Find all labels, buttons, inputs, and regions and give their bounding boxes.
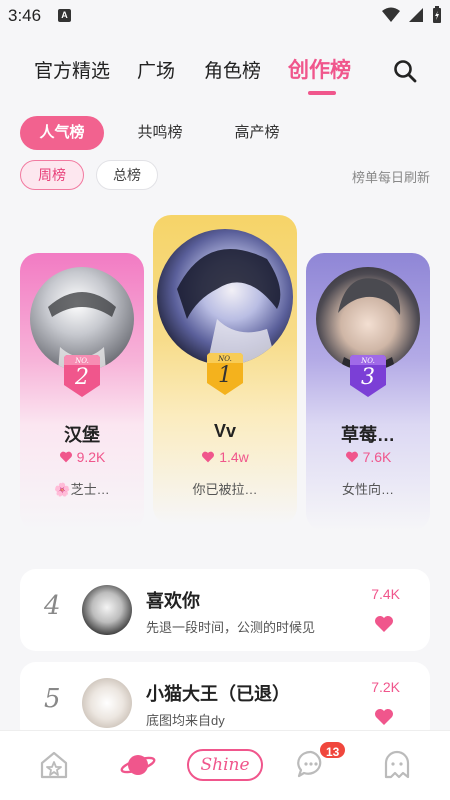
refresh-note: 榜单每日刷新: [351, 170, 430, 185]
like-count-text: 9.2K: [76, 449, 106, 465]
period-all-time[interactable]: 总榜: [96, 160, 158, 190]
podium-card-rank-1[interactable]: NO. 1 Vv 1.4w 你已被拉…: [153, 215, 297, 525]
bottom-nav: Shine 13: [0, 730, 450, 800]
creator-name: 汉堡: [64, 425, 100, 445]
wifi-icon: [382, 7, 400, 22]
planet-icon[interactable]: [120, 749, 156, 781]
like-count: 7.2K: [371, 679, 400, 695]
creator-desc: 你已被拉…: [192, 482, 258, 497]
top-nav: 官方精选 广场 角色榜 创作榜: [0, 52, 450, 95]
rank-number: 4: [44, 591, 61, 621]
signal-icon: [409, 8, 423, 22]
notification-icon: A: [58, 9, 71, 22]
creator-desc: 女性向…: [341, 482, 394, 497]
rank-badge-number: 2: [75, 365, 89, 390]
home-icon[interactable]: [38, 749, 70, 781]
heart-icon[interactable]: [374, 708, 394, 726]
active-tab-indicator: [308, 91, 336, 95]
avatar: [82, 678, 132, 728]
search-icon[interactable]: [392, 58, 418, 84]
like-count: 1.4w: [153, 449, 297, 465]
category-popularity[interactable]: 人气榜: [20, 116, 104, 150]
podium-card-rank-3[interactable]: NO. 3 草莓… 7.6K 女性向…: [306, 253, 430, 531]
like-count-text: 7.6K: [362, 449, 392, 465]
tab-creator-ranking[interactable]: 创作榜: [288, 54, 351, 84]
heart-icon[interactable]: [374, 615, 394, 633]
rank-badge-label: NO.: [218, 355, 232, 363]
shine-button[interactable]: Shine: [187, 749, 263, 781]
creator-desc: 先退一段时间，公测的时候见: [146, 620, 316, 635]
heart-icon: [202, 451, 215, 463]
creator-name: 草莓…: [341, 425, 395, 445]
heart-icon: [59, 451, 72, 463]
like-count: 9.2K: [20, 449, 144, 465]
like-count: 7.6K: [306, 449, 430, 465]
system-icons: [382, 6, 442, 24]
status-bar: 3:46 A: [0, 0, 450, 32]
tab-official-picks[interactable]: 官方精选: [34, 56, 110, 83]
category-productive[interactable]: 高产榜: [218, 116, 296, 150]
unread-badge: 13: [318, 740, 348, 760]
category-resonance[interactable]: 共鸣榜: [122, 116, 198, 150]
period-weekly[interactable]: 周榜: [20, 160, 84, 190]
profile-ghost-icon[interactable]: [382, 749, 412, 781]
creator-name: Vv: [213, 421, 237, 441]
tab-square[interactable]: 广场: [137, 56, 175, 83]
creator-name: 小猫大王（已退）: [146, 684, 290, 704]
avatar: [157, 229, 293, 365]
list-item[interactable]: 4 喜欢你 先退一段时间，公测的时候见 7.4K: [20, 569, 430, 651]
creator-name: 喜欢你: [146, 591, 200, 611]
rank-badge-label: NO.: [361, 357, 375, 365]
like-count-text: 1.4w: [219, 449, 249, 465]
avatar: [82, 585, 132, 635]
avatar-art: [177, 249, 281, 365]
rank-badge-number: 1: [218, 363, 232, 388]
like-count: 7.4K: [371, 586, 400, 602]
creator-desc: 底图均来自dy: [146, 713, 225, 728]
rank-number: 5: [44, 684, 61, 714]
heart-icon: [345, 451, 358, 463]
rank-badge-label: NO.: [75, 357, 89, 365]
rank-badge-number: 3: [361, 365, 375, 390]
status-time: 3:46: [8, 6, 42, 25]
creator-desc: 🌸芝士…: [54, 482, 110, 497]
podium-card-rank-2[interactable]: NO. 2 汉堡 9.2K 🌸芝士…: [20, 253, 144, 531]
battery-icon: [433, 6, 441, 23]
tab-character-ranking[interactable]: 角色榜: [204, 56, 261, 83]
